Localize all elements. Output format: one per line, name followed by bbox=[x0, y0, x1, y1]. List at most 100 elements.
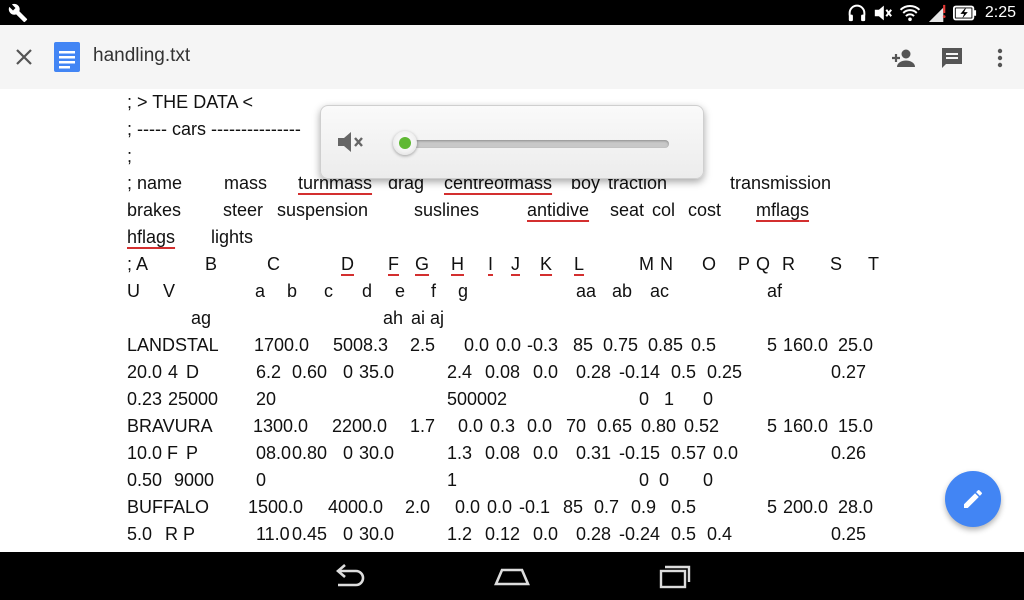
text-token: 0.0 bbox=[496, 335, 522, 355]
edit-button[interactable] bbox=[945, 471, 1001, 527]
text-token: BRAVURA bbox=[127, 416, 213, 436]
text-token: 85 bbox=[573, 335, 594, 355]
text-token: 0.0 bbox=[533, 524, 559, 544]
text-token: -0.1 bbox=[519, 497, 551, 517]
misspelled-word: J bbox=[511, 254, 520, 274]
document-line: U Va b c d e f g aa ab ac af bbox=[0, 278, 1024, 305]
add-person-icon[interactable] bbox=[891, 45, 917, 71]
edit-pencil-icon bbox=[964, 489, 982, 508]
document-line: BUFFALO 1500.0 4000.0 2.0 0.0 0.0 -0.1 85 0.7 0.9… bbox=[0, 494, 1024, 521]
text-token: brakes bbox=[127, 200, 182, 220]
text-token: P bbox=[186, 443, 199, 463]
text-token: 11.0 bbox=[256, 524, 290, 544]
text-token: 200.0 bbox=[783, 497, 829, 517]
text-token: 9000 bbox=[174, 470, 215, 490]
text-token: 25.0 bbox=[838, 335, 874, 355]
document-line: 0.23 25000 20 500002 0 1 0 bbox=[0, 386, 1024, 413]
text-token: 0.75 bbox=[603, 335, 639, 355]
text-token: 0.08 bbox=[485, 362, 521, 382]
text-token: 2.4 bbox=[447, 362, 473, 382]
text-token: 0 bbox=[343, 524, 354, 544]
text-token: -0.3 bbox=[527, 335, 559, 355]
text-token: 0.80 bbox=[292, 443, 328, 463]
text-token: 2.5 bbox=[410, 335, 436, 355]
text-token: F bbox=[167, 443, 178, 463]
home-icon[interactable] bbox=[492, 562, 532, 590]
text-token: cost bbox=[688, 200, 722, 220]
text-token: 70 bbox=[566, 416, 587, 436]
text-token: a bbox=[255, 281, 266, 301]
document-line: 5.0 R P 11.0 0.45 0 30.0 1.2 0.12 0.0 0.28 -0.24 0.5… bbox=[0, 521, 1024, 548]
text-token: 0.85 bbox=[648, 335, 684, 355]
text-token: C bbox=[267, 254, 280, 274]
text-token: 0.31 bbox=[576, 443, 612, 463]
volume-popup bbox=[320, 105, 704, 179]
text-token: aa bbox=[576, 281, 597, 301]
text-token: D bbox=[186, 362, 199, 382]
recents-icon[interactable] bbox=[655, 562, 695, 590]
volume-slider-thumb[interactable] bbox=[393, 131, 417, 155]
text-token: 0.0 bbox=[458, 416, 484, 436]
text-token: 0.0 bbox=[533, 443, 559, 463]
text-token: mass bbox=[224, 173, 268, 193]
text-token: 1.2 bbox=[447, 524, 473, 544]
text-token: 0.0 bbox=[455, 497, 481, 517]
text-token: 0.28 bbox=[576, 524, 612, 544]
text-token: 0.52 bbox=[684, 416, 720, 436]
close-icon[interactable] bbox=[12, 45, 36, 69]
navigation-bar bbox=[0, 552, 1024, 600]
text-token: 0.12 bbox=[485, 524, 521, 544]
text-token: U bbox=[127, 281, 140, 301]
text-token: ag bbox=[191, 308, 212, 328]
text-token: col bbox=[652, 200, 676, 220]
text-token: 0.0 bbox=[487, 497, 513, 517]
text-token: 5.0 bbox=[127, 524, 153, 544]
text-token: 0.27 bbox=[831, 362, 867, 382]
text-token: 0 bbox=[639, 389, 650, 409]
comment-icon[interactable] bbox=[939, 45, 965, 71]
document-line: 10.0 F P 08.0 0.80 0 30.0 1.3 0.08 0.0 0.31 -0.15 0.… bbox=[0, 440, 1024, 467]
text-token: 0.0 bbox=[533, 362, 559, 382]
text-token: -0.15 bbox=[619, 443, 661, 463]
text-token: 160.0 bbox=[783, 416, 829, 436]
text-token: 0.0 bbox=[464, 335, 490, 355]
document-line: ; A B C D FG H IJK L MN O PQR S T bbox=[0, 251, 1024, 278]
misspelled-word: antidive bbox=[527, 200, 590, 220]
text-token: b bbox=[287, 281, 298, 301]
text-token: 0.50 bbox=[127, 470, 163, 490]
text-token: 500002 bbox=[447, 389, 508, 409]
text-token: R bbox=[782, 254, 795, 274]
text-token: Q bbox=[756, 254, 771, 274]
text-token: 0.4 bbox=[707, 524, 733, 544]
text-token: 1.3 bbox=[447, 443, 473, 463]
document-line: hflags lights bbox=[0, 224, 1024, 251]
text-token: 1500.0 bbox=[248, 497, 304, 517]
text-token: 1 bbox=[664, 389, 675, 409]
text-token: ab bbox=[612, 281, 633, 301]
text-token: ac bbox=[650, 281, 670, 301]
text-token: 1.7 bbox=[410, 416, 436, 436]
text-token: 0.45 bbox=[292, 524, 328, 544]
misspelled-word: H bbox=[451, 254, 464, 274]
text-token: ah bbox=[383, 308, 404, 328]
text-token: d bbox=[362, 281, 373, 301]
text-token: N bbox=[660, 254, 673, 274]
text-token: 0.9 bbox=[631, 497, 657, 517]
text-token: ; name bbox=[127, 173, 183, 193]
text-token: 0.28 bbox=[576, 362, 612, 382]
text-token: 6.2 bbox=[256, 362, 282, 382]
status-bar: 2:25 bbox=[0, 0, 1024, 25]
text-token: transmission bbox=[730, 173, 832, 193]
misspelled-word: D bbox=[341, 254, 354, 274]
document-line: 0.50 9000 0 1 0 0 0 bbox=[0, 467, 1024, 494]
text-token: 5008.3 bbox=[333, 335, 389, 355]
back-icon[interactable] bbox=[330, 562, 370, 590]
battery-charging-icon bbox=[952, 5, 976, 21]
misspelled-word: F bbox=[388, 254, 399, 274]
volume-slider-track[interactable] bbox=[399, 140, 669, 148]
text-token: 25000 bbox=[168, 389, 219, 409]
volume-mute-icon[interactable] bbox=[337, 130, 367, 154]
docs-file-icon bbox=[54, 42, 80, 72]
misspelled-word: L bbox=[574, 254, 585, 274]
more-vert-icon[interactable] bbox=[987, 45, 1013, 71]
